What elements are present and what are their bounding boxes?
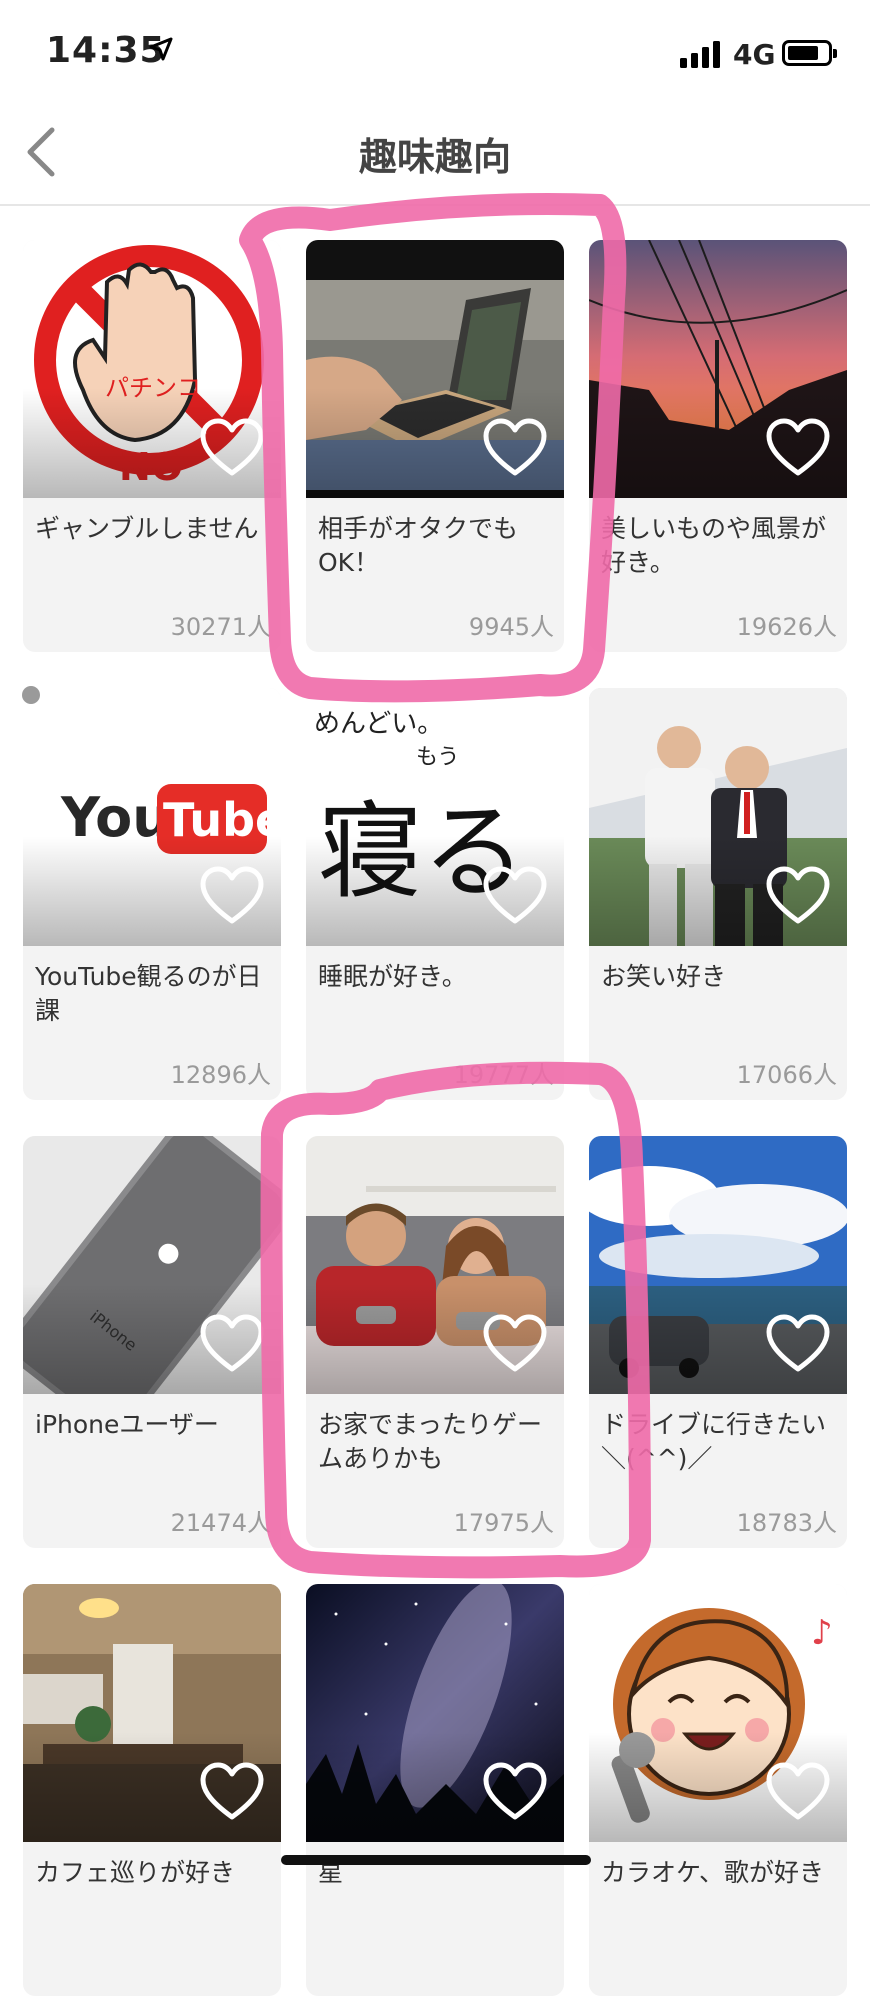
interest-card[interactable]: 相手がオタクでもOK！ 9945人	[306, 240, 564, 652]
heart-icon[interactable]	[765, 1762, 831, 1822]
interest-card[interactable]: めんどい。 もう 寝る 睡眠が好き。 19777人	[306, 688, 564, 1100]
card-label: YouTube観るのが日課	[35, 962, 262, 1025]
heart-icon[interactable]	[199, 866, 265, 926]
card-label: ギャンブルしません	[35, 514, 259, 543]
card-count: 19626人	[736, 613, 837, 641]
heart-icon[interactable]	[482, 418, 548, 478]
interest-card[interactable]: ドライブに行きたい＼(^^)／ 18783人	[589, 1136, 847, 1548]
interest-card[interactable]: ♪ カラオケ、歌が好き	[589, 1584, 847, 1996]
interest-card[interactable]: You Tube YouTube観るのが日課 12896人	[23, 688, 281, 1100]
card-label: カフェ巡りが好き	[35, 1858, 236, 1887]
heart-icon[interactable]	[765, 866, 831, 926]
card-count: 12896人	[170, 1061, 271, 1089]
heart-icon[interactable]	[482, 866, 548, 926]
sleep-text-line1: めんどい。	[314, 709, 443, 739]
interest-card[interactable]: iPhone iPhoneユーザー 21474人	[23, 1136, 281, 1548]
heart-icon[interactable]	[482, 1762, 548, 1822]
card-count: 18783人	[736, 1509, 837, 1537]
interest-card[interactable]: 美しいものや風景が好き。 19626人	[589, 240, 847, 652]
card-count: 21474人	[170, 1509, 271, 1537]
ad-marker-icon	[22, 686, 40, 704]
card-label: 美しいものや風景が好き。	[601, 514, 827, 577]
card-label: 相手がオタクでもOK！	[318, 514, 519, 577]
card-count: 9945人	[468, 613, 554, 641]
card-label: お笑い好き	[601, 962, 727, 991]
heart-icon[interactable]	[765, 418, 831, 478]
interest-card[interactable]: カフェ巡りが好き	[23, 1584, 281, 1996]
card-count: 17975人	[453, 1509, 554, 1537]
heart-icon[interactable]	[199, 418, 265, 478]
card-label: ドライブに行きたい＼(^^)／	[601, 1410, 827, 1473]
sleep-text-line2: もう	[416, 745, 459, 770]
interest-grid: パチンコ NO ギャンブルしません 30271人 相手がオタクで	[0, 0, 870, 1996]
card-count: 19777人	[453, 1061, 554, 1089]
card-count: 30271人	[170, 613, 271, 641]
card-label: お家でまったりゲームありかも	[318, 1410, 543, 1473]
card-label: カラオケ、歌が好き	[601, 1858, 825, 1887]
card-label: iPhoneユーザー	[35, 1410, 219, 1439]
card-count: 17066人	[736, 1061, 837, 1089]
svg-text:♪: ♪	[811, 1613, 833, 1653]
home-indicator[interactable]	[281, 1855, 591, 1865]
heart-icon[interactable]	[199, 1762, 265, 1822]
interest-card[interactable]: お家でまったりゲームありかも 17975人	[306, 1136, 564, 1548]
interest-card[interactable]: 星	[306, 1584, 564, 1996]
heart-icon[interactable]	[765, 1314, 831, 1374]
interest-card[interactable]: お笑い好き 17066人	[589, 688, 847, 1100]
interest-card[interactable]: パチンコ NO ギャンブルしません 30271人	[23, 240, 281, 652]
heart-icon[interactable]	[199, 1314, 265, 1374]
card-label: 睡眠が好き。	[318, 962, 467, 991]
heart-icon[interactable]	[482, 1314, 548, 1374]
